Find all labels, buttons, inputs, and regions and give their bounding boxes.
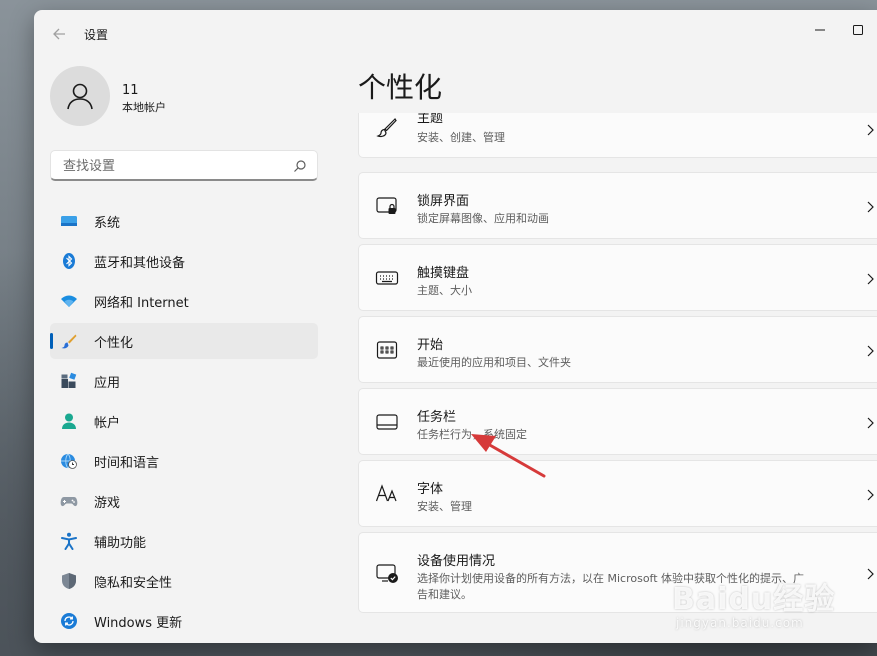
watermark-url: jingyan.baidu.com — [676, 616, 804, 630]
chevron-right-icon — [867, 273, 874, 285]
gamepad-icon — [60, 497, 78, 507]
search-input[interactable] — [61, 156, 285, 176]
sidebar-item-label: 辅助功能 — [94, 535, 147, 551]
baidu-watermark: Baidu经验 jingyan.baidu.com — [672, 574, 862, 640]
account-icon — [62, 413, 76, 429]
card-title: 字体 — [417, 482, 444, 497]
sidebar-nav: 系统 蓝牙和其他设备 网络和 Internet 个性化 应用 帐户 时间和语言 … — [50, 203, 318, 643]
chevron-right-icon — [867, 568, 874, 580]
minimize-icon — [815, 29, 825, 31]
sidebar-item-gaming[interactable]: 游戏 — [50, 483, 318, 519]
sidebar-item-label: 时间和语言 — [94, 455, 160, 471]
chevron-right-icon — [867, 345, 874, 357]
page-title: 个性化 — [358, 71, 443, 104]
sidebar-item-label: Windows 更新 — [94, 615, 183, 631]
sidebar-item-privacy[interactable]: 隐私和安全性 — [50, 563, 318, 599]
sidebar-item-time-language[interactable]: 时间和语言 — [50, 443, 318, 479]
card-subtitle: 任务栏行为，系统固定 — [417, 428, 527, 441]
card-title: 主题 — [417, 113, 444, 126]
maximize-button[interactable] — [841, 16, 875, 44]
sidebar-item-label: 应用 — [94, 375, 121, 391]
avatar[interactable] — [50, 66, 110, 126]
card-title: 触摸键盘 — [417, 266, 470, 281]
card-subtitle: 安装、管理 — [417, 500, 472, 513]
card-start[interactable]: 开始 最近使用的应用和项目、文件夹 — [358, 316, 877, 383]
sidebar-item-accounts[interactable]: 帐户 — [50, 403, 318, 439]
apps-icon — [61, 372, 77, 388]
sidebar-item-windows-update[interactable]: Windows 更新 — [50, 603, 318, 639]
taskbar-icon — [376, 414, 398, 430]
card-lock-screen[interactable]: 锁屏界面 锁定屏幕图像、应用和动画 — [358, 172, 877, 239]
font-icon — [375, 484, 397, 502]
user-icon — [67, 83, 93, 110]
bluetooth-icon — [63, 253, 75, 269]
search-icon[interactable] — [293, 159, 307, 173]
card-fonts[interactable]: 字体 安装、管理 — [358, 460, 877, 527]
keyboard-icon — [375, 271, 399, 285]
card-subtitle: 主题、大小 — [417, 284, 472, 297]
card-touch-keyboard[interactable]: 触摸键盘 主题、大小 — [358, 244, 877, 311]
card-subtitle: 安装、创建、管理 — [417, 131, 505, 144]
card-subtitle: 锁定屏幕图像、应用和动画 — [417, 212, 549, 225]
sidebar-item-accessibility[interactable]: 辅助功能 — [50, 523, 318, 559]
back-button[interactable] — [50, 24, 70, 44]
sidebar-item-label: 网络和 Internet — [94, 295, 189, 311]
card-title: 锁屏界面 — [417, 194, 470, 209]
title-bar: 设置 — [34, 10, 877, 56]
account-type: 本地帐户 — [122, 101, 166, 114]
sidebar-item-apps[interactable]: 应用 — [50, 363, 318, 399]
wifi-icon — [61, 295, 77, 307]
accessibility-icon — [61, 532, 77, 550]
device-usage-icon — [376, 564, 398, 583]
system-icon — [61, 216, 77, 226]
search-box[interactable] — [50, 150, 318, 181]
user-name: 11 — [122, 83, 139, 98]
card-subtitle: 最近使用的应用和项目、文件夹 — [417, 356, 571, 369]
card-themes[interactable]: 主题 安装、创建、管理 — [358, 113, 877, 158]
lock-screen-icon — [376, 197, 397, 214]
card-title: 设备使用情况 — [417, 554, 496, 569]
sidebar-item-label: 帐户 — [94, 415, 121, 431]
settings-list: 主题 安装、创建、管理 锁屏界面 锁定屏幕图像、应用和动画 触摸键盘 主题、大小… — [358, 113, 877, 643]
sidebar-item-label: 个性化 — [94, 335, 134, 351]
sidebar-item-system[interactable]: 系统 — [50, 203, 318, 239]
chevron-right-icon — [867, 489, 874, 501]
back-arrow-icon — [53, 28, 65, 40]
sidebar-item-label: 系统 — [94, 215, 121, 231]
card-title: 任务栏 — [417, 410, 457, 425]
card-taskbar[interactable]: 任务栏 任务栏行为，系统固定 — [358, 388, 877, 455]
sidebar-item-label: 游戏 — [94, 495, 121, 511]
minimize-button[interactable] — [803, 16, 837, 44]
update-icon — [61, 613, 77, 629]
card-title: 开始 — [417, 338, 444, 353]
chevron-right-icon — [867, 201, 874, 213]
brush-icon — [61, 334, 77, 349]
brush-icon — [376, 118, 397, 138]
sidebar-item-label: 蓝牙和其他设备 — [94, 255, 186, 271]
sidebar-item-network[interactable]: 网络和 Internet — [50, 283, 318, 319]
sidebar-item-bluetooth[interactable]: 蓝牙和其他设备 — [50, 243, 318, 279]
chevron-right-icon — [867, 417, 874, 429]
card-subtitle-line2: 告和建议。 — [417, 588, 472, 601]
shield-icon — [62, 573, 76, 589]
maximize-icon — [853, 25, 863, 35]
chevron-right-icon — [867, 124, 874, 136]
window-title: 设置 — [84, 28, 109, 42]
start-icon — [376, 341, 398, 359]
settings-window: 设置 11 本地帐户 查找设置 系统 蓝牙和其他设备 网络和 Internet … — [34, 10, 877, 643]
watermark-logo-text: Baidu经验 — [672, 582, 836, 617]
globe-clock-icon — [61, 453, 77, 469]
sidebar-item-personalization[interactable]: 个性化 — [50, 323, 318, 359]
sidebar-item-label: 隐私和安全性 — [94, 575, 173, 591]
